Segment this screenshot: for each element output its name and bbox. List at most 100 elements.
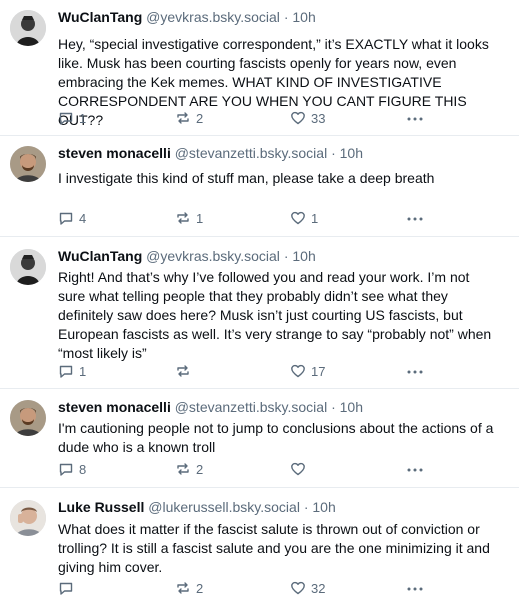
author-name[interactable]: WuClanTang: [58, 248, 142, 264]
more-icon: [407, 587, 423, 591]
more-options-button[interactable]: [406, 363, 424, 384]
author-name[interactable]: steven monacelli: [58, 145, 171, 161]
reply-icon: [59, 582, 73, 595]
author-name[interactable]: steven monacelli: [58, 399, 171, 415]
post-actions: 8 2: [58, 461, 438, 479]
like-count: 17: [311, 363, 326, 379]
repost-button[interactable]: 2: [175, 110, 203, 126]
reply-button[interactable]: 4: [58, 210, 86, 226]
post-text-line: sure what telling people that they proba…: [58, 288, 448, 304]
post-header: WuClanTang @yevkras.bsky.social · 10h: [58, 247, 316, 265]
like-count: 32: [311, 580, 326, 596]
reply-button[interactable]: 1: [58, 363, 86, 379]
divider: [0, 135, 519, 136]
author-handle[interactable]: @lukerussell.bsky.social: [148, 499, 300, 515]
post-text-line: European fascists as well. It’s very str…: [58, 326, 492, 342]
post-time[interactable]: 10h: [340, 145, 363, 161]
reply-icon: [59, 212, 73, 225]
post-text: Right! And that’s why I’ve followed you …: [58, 268, 510, 363]
repost-icon: [177, 212, 189, 224]
reply-count: 4: [79, 210, 87, 226]
reply-button[interactable]: [58, 580, 79, 596]
heart-icon: [291, 462, 305, 476]
separator: ·: [283, 248, 289, 264]
repost-button[interactable]: [175, 363, 196, 379]
like-button[interactable]: [290, 461, 311, 477]
post-actions: 4 1 1: [58, 210, 438, 228]
heart-icon: [291, 111, 305, 125]
repost-count: 2: [196, 110, 204, 126]
post-time[interactable]: 10h: [292, 248, 315, 264]
post-header: steven monacelli @stevanzetti.bsky.socia…: [58, 144, 363, 162]
like-button[interactable]: 33: [290, 110, 325, 126]
post-text-line: Hey, “special investigative corresponden…: [58, 36, 489, 52]
post-text-line: dude who is a known troll: [58, 439, 216, 455]
more-icon: [407, 468, 423, 472]
more-options-button[interactable]: [406, 210, 424, 231]
post-time[interactable]: 10h: [340, 399, 363, 415]
post-text: What does it matter if the fascist salut…: [58, 520, 510, 577]
avatar-luke-russell[interactable]: [10, 500, 46, 536]
like-button[interactable]: 32: [290, 580, 325, 596]
heart-icon: [291, 581, 305, 595]
post-text-line: I'm cautioning people not to jump to con…: [58, 420, 494, 436]
separator: ·: [331, 145, 336, 161]
more-icon: [407, 370, 423, 374]
more-options-button[interactable]: [406, 580, 424, 601]
post-time[interactable]: 10h: [312, 499, 335, 515]
reply-button[interactable]: 8: [58, 461, 86, 477]
repost-icon: [177, 463, 189, 475]
author-name[interactable]: WuClanTang: [58, 9, 142, 25]
author-handle[interactable]: @stevanzetti.bsky.social: [175, 145, 327, 161]
post-text-line: I investigate this kind of stuff man, pl…: [58, 170, 435, 186]
more-options-button[interactable]: [406, 461, 424, 482]
author-name[interactable]: Luke Russell: [58, 499, 144, 515]
heart-icon: [291, 364, 305, 378]
repost-icon: [177, 365, 189, 377]
separator: ·: [331, 399, 336, 415]
post-actions: 2 32: [58, 580, 438, 598]
author-handle[interactable]: @yevkras.bsky.social: [146, 9, 280, 25]
post-text-line: “most likely is”: [58, 345, 147, 361]
post-text-line: definitely saw does here? Musk isn’t jus…: [58, 307, 463, 323]
avatar-wuclantang[interactable]: [10, 10, 46, 46]
like-count: 33: [311, 110, 326, 126]
reply-icon: [59, 112, 73, 125]
reply-button[interactable]: 1: [58, 110, 86, 126]
post-text-line: like. Musk has been courting fascists op…: [58, 55, 457, 71]
repost-icon: [177, 582, 189, 594]
post-actions: 1 2 33: [58, 110, 438, 128]
more-options-button[interactable]: [406, 110, 424, 131]
reply-icon: [59, 463, 73, 476]
like-count: 1: [311, 210, 319, 226]
repost-icon: [177, 112, 189, 124]
reply-icon: [59, 365, 73, 378]
separator: ·: [303, 499, 309, 515]
heart-icon: [291, 211, 305, 225]
repost-button[interactable]: 1: [175, 210, 203, 226]
like-button[interactable]: 1: [290, 210, 318, 226]
post-text: I'm cautioning people not to jump to con…: [58, 419, 510, 457]
repost-button[interactable]: 2: [175, 461, 203, 477]
post-text-line: What does it matter if the fascist salut…: [58, 521, 480, 537]
repost-count: 2: [196, 461, 204, 477]
repost-count: 2: [196, 580, 204, 596]
author-handle[interactable]: @stevanzetti.bsky.social: [175, 399, 327, 415]
post-text-line: giving him cover.: [58, 559, 163, 575]
avatar-wuclantang[interactable]: [10, 249, 46, 285]
reply-count: 1: [79, 110, 87, 126]
repost-button[interactable]: 2: [175, 580, 203, 596]
reply-count: 8: [79, 461, 87, 477]
post-time[interactable]: 10h: [292, 9, 315, 25]
avatar-steven-monacelli[interactable]: [10, 400, 46, 436]
divider: [0, 388, 519, 389]
post-actions: 1 17: [58, 363, 438, 381]
avatar-steven-monacelli[interactable]: [10, 146, 46, 182]
post-text-line: Right! And that’s why I’ve followed you …: [58, 269, 470, 285]
like-button[interactable]: 17: [290, 363, 325, 379]
separator: ·: [283, 9, 289, 25]
post-text-line: embracing the Kek memes. WHAT KIND OF IN…: [58, 74, 442, 90]
more-icon: [407, 217, 423, 221]
author-handle[interactable]: @yevkras.bsky.social: [146, 248, 280, 264]
post-header: steven monacelli @stevanzetti.bsky.socia…: [58, 398, 363, 416]
